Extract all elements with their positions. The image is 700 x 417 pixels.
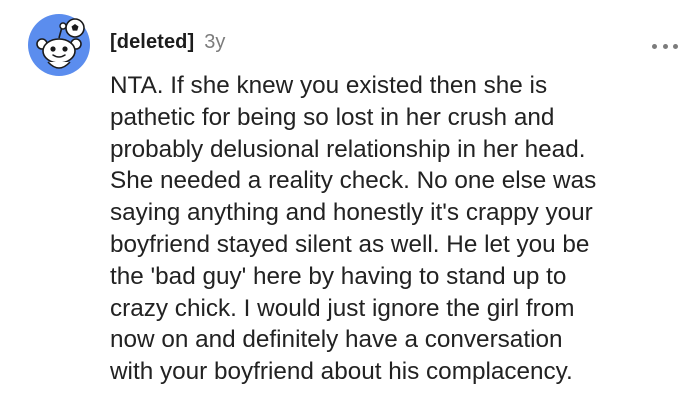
comment-body-line: the 'bad guy' here by having to stand up…: [110, 262, 567, 290]
more-options-icon: [673, 43, 678, 49]
more-options-button[interactable]: [652, 36, 678, 56]
username[interactable]: [deleted]: [110, 31, 194, 54]
comment-body-line: boyfriend stayed silent as well. He let …: [110, 230, 590, 258]
comment-body-line: crazy chick. I would just ignore the gir…: [110, 294, 575, 322]
comment-header: [deleted] 3y: [110, 31, 225, 63]
comment-body-line: NTA. If she knew you existed then she is: [110, 72, 548, 99]
avatar[interactable]: [28, 14, 90, 76]
more-options-icon: [652, 43, 657, 49]
comment-body-line: probably delusional relationship in her …: [110, 135, 586, 163]
comment-body-line: now on and definitely have a conversatio…: [110, 326, 563, 354]
comment-body-line: She needed a reality check. No one else …: [110, 167, 597, 195]
comment-age: 3y: [204, 31, 226, 53]
reddit-snoo-soccer-icon: [28, 14, 90, 76]
comment-body-line: saying anything and honestly it's crappy…: [110, 199, 593, 227]
more-options-icon: [662, 43, 668, 49]
comment: [deleted] 3y NTA. If she knew you existe…: [0, 0, 700, 417]
comment-body: NTA. If she knew you existed then she is…: [110, 70, 670, 388]
comment-body-line: with your boyfriend about his complacenc…: [110, 358, 573, 386]
comment-body-line: pathetic for being so lost in her crush …: [110, 103, 555, 131]
